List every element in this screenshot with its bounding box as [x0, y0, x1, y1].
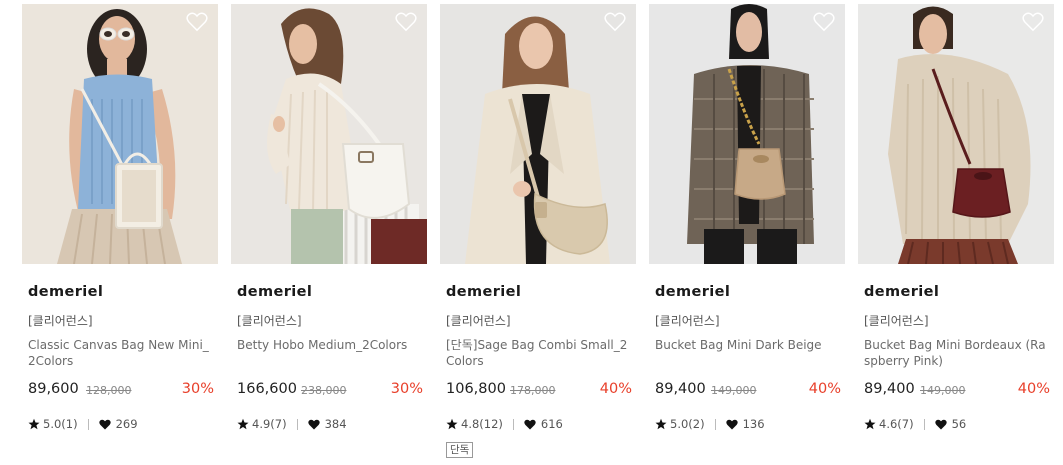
discount-rate: 30% [181, 381, 214, 397]
product-image[interactable] [440, 4, 636, 264]
review-stats: 5.0(1) 269 [28, 416, 138, 432]
product-name[interactable]: Bucket Bag Mini Dark Beige [655, 337, 841, 353]
product-image[interactable] [231, 4, 427, 264]
heart-outline-icon[interactable] [604, 12, 626, 32]
sale-tag: [클리어런스] [655, 314, 720, 328]
divider [87, 418, 89, 430]
brand-name[interactable]: demeriel [655, 284, 730, 300]
sale-price: 106,800 [446, 381, 506, 397]
original-price: 149,000 [920, 384, 966, 397]
discount-rate: 40% [808, 381, 841, 397]
star-icon [237, 418, 249, 430]
product-image[interactable] [858, 4, 1054, 264]
heart-outline-icon[interactable] [813, 12, 835, 32]
heart-outline-icon[interactable] [395, 12, 417, 32]
discount-rate: 30% [390, 381, 423, 397]
product-card[interactable]: demeriel [클리어런스] Betty Hobo Medium_2Colo… [231, 4, 427, 462]
heart-filled-icon [725, 419, 738, 429]
original-price: 128,000 [86, 384, 132, 397]
product-name[interactable]: [단독]Sage Bag Combi Small_2Colors [446, 337, 632, 369]
sale-tag: [클리어런스] [237, 314, 302, 328]
original-price: 238,000 [301, 384, 347, 397]
star-icon [28, 418, 40, 430]
original-price: 178,000 [510, 384, 556, 397]
discount-rate: 40% [599, 381, 632, 397]
product-name[interactable]: Bucket Bag Mini Bordeaux (Raspberry Pink… [864, 337, 1050, 369]
sale-tag: [클리어런스] [28, 314, 93, 328]
product-image[interactable] [649, 4, 845, 264]
product-card[interactable]: demeriel [클리어런스] Bucket Bag Mini Bordeau… [858, 4, 1054, 462]
rating-score: 4.9(7) [252, 417, 287, 431]
heart-outline-icon[interactable] [186, 12, 208, 32]
review-stats: 4.8(12) 616 [446, 416, 563, 432]
product-image[interactable] [22, 4, 218, 264]
product-card[interactable]: demeriel [클리어런스] Bucket Bag Mini Dark Be… [649, 4, 845, 462]
sale-price: 89,400 [864, 381, 915, 397]
review-stats: 4.9(7) 384 [237, 416, 347, 432]
like-count: 136 [742, 417, 765, 431]
rating-score: 4.6(7) [879, 417, 914, 431]
heart-filled-icon [307, 419, 320, 429]
like-count: 616 [540, 417, 563, 431]
rating-score: 5.0(2) [670, 417, 705, 431]
sale-tag: [클리어런스] [446, 314, 511, 328]
sale-price: 89,600 [28, 381, 79, 397]
product-name[interactable]: Betty Hobo Medium_2Colors [237, 337, 423, 353]
like-count: 269 [115, 417, 138, 431]
sale-tag: [클리어런스] [864, 314, 929, 328]
star-icon [864, 418, 876, 430]
product-grid: demeriel [클리어런스] Classic Canvas Bag New … [0, 0, 1063, 465]
heart-filled-icon [524, 419, 536, 429]
review-stats: 4.6(7) 56 [864, 416, 966, 432]
like-count: 384 [324, 417, 347, 431]
star-icon [446, 418, 458, 430]
price-row: 166,600 238,000 30% [237, 381, 423, 401]
original-price: 149,000 [711, 384, 757, 397]
divider [512, 418, 514, 430]
divider [923, 418, 925, 430]
product-name[interactable]: Classic Canvas Bag New Mini_2Colors [28, 337, 214, 369]
sale-price: 89,400 [655, 381, 706, 397]
price-row: 106,800 178,000 40% [446, 381, 632, 401]
brand-name[interactable]: demeriel [864, 284, 939, 300]
heart-filled-icon [98, 419, 111, 429]
brand-name[interactable]: demeriel [28, 284, 103, 300]
exclusive-badge: 단독 [446, 442, 474, 458]
price-row: 89,400 149,000 40% [864, 381, 1050, 401]
price-row: 89,400 149,000 40% [655, 381, 841, 401]
brand-name[interactable]: demeriel [237, 284, 312, 300]
divider [296, 418, 298, 430]
product-card[interactable]: demeriel [클리어런스] [단독]Sage Bag Combi Smal… [440, 4, 636, 462]
like-count: 56 [951, 417, 967, 431]
brand-name[interactable]: demeriel [446, 284, 521, 300]
price-row: 89,600 128,000 30% [28, 381, 214, 401]
heart-outline-icon[interactable] [1022, 12, 1044, 32]
heart-filled-icon [934, 419, 947, 429]
sale-price: 166,600 [237, 381, 297, 397]
rating-score: 5.0(1) [43, 417, 78, 431]
divider [714, 418, 716, 430]
discount-rate: 40% [1017, 381, 1050, 397]
rating-score: 4.8(12) [461, 417, 503, 431]
star-icon [655, 418, 667, 430]
product-card[interactable]: demeriel [클리어런스] Classic Canvas Bag New … [22, 4, 218, 462]
review-stats: 5.0(2) 136 [655, 416, 765, 432]
